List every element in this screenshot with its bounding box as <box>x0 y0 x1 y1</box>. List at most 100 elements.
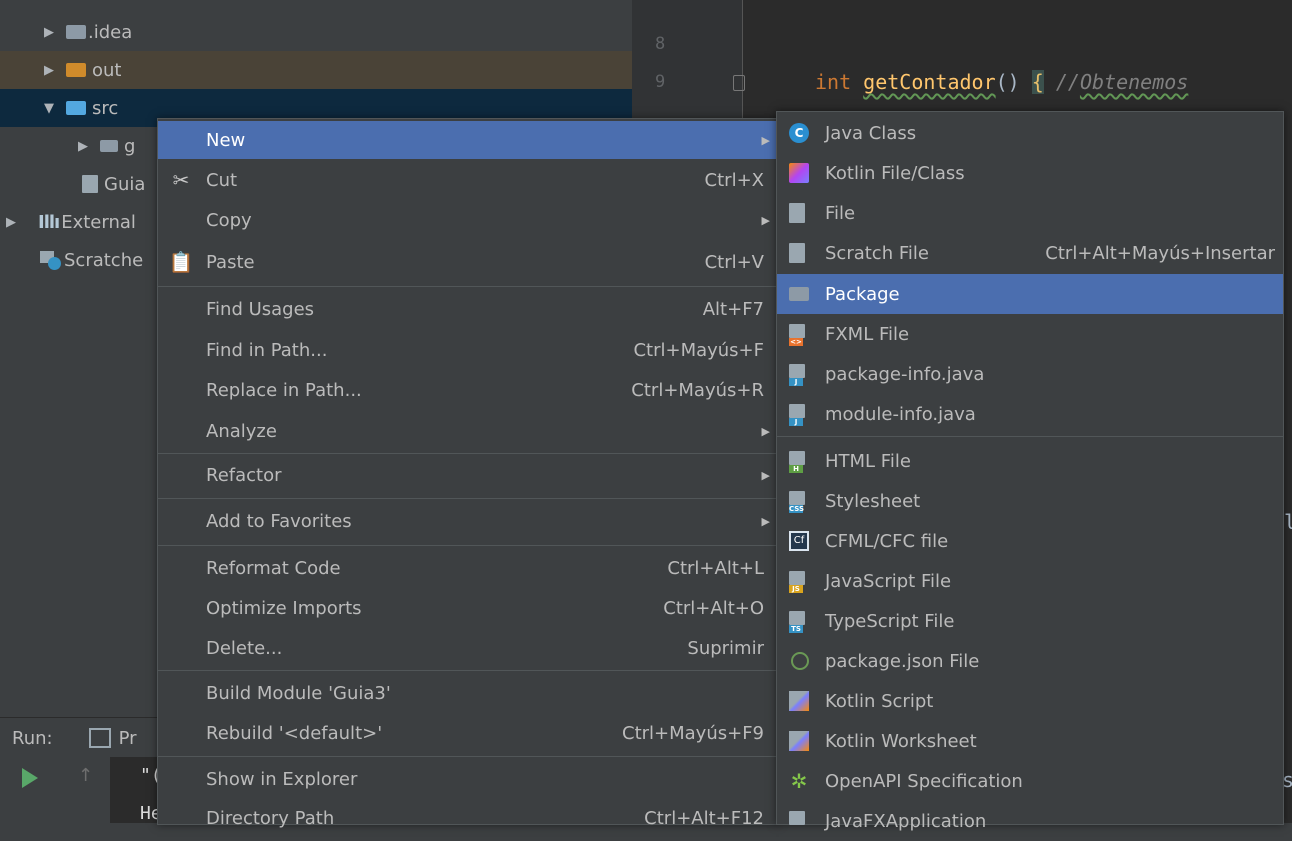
menu-item-shortcut: Ctrl+Mayús+F9 <box>622 722 764 744</box>
package-icon <box>789 287 809 301</box>
scratch-file-icon <box>789 243 805 263</box>
submenu-item-scratch-file[interactable]: Scratch File Ctrl+Alt+Mayús+Insertar <box>777 233 1283 273</box>
html-tag-icon: H <box>789 465 803 473</box>
submenu-item-file[interactable]: File <box>777 193 1283 233</box>
expand-arrow-icon[interactable]: ▶ <box>74 139 92 154</box>
code-brace: { <box>1031 70 1044 94</box>
submenu-item-package-info[interactable]: J package-info.java <box>777 354 1283 394</box>
menu-item-replace-in-path[interactable]: Replace in Path... Ctrl+Mayús+R <box>158 371 778 409</box>
cfml-icon: Cf <box>789 531 809 551</box>
submenu-item-javascript-file[interactable]: JS JavaScript File <box>777 561 1283 601</box>
menu-item-label: Optimize Imports <box>206 597 362 619</box>
run-tab[interactable]: Pr <box>119 728 137 749</box>
submenu-item-typescript-file[interactable]: TS TypeScript File <box>777 601 1283 641</box>
submenu-item-cfml-file[interactable]: Cf CFML/CFC file <box>777 521 1283 561</box>
tree-item-label: Scratche <box>64 249 144 271</box>
submenu-item-label: Scratch File <box>825 242 929 264</box>
menu-item-find-in-path[interactable]: Find in Path... Ctrl+Mayús+F <box>158 331 778 369</box>
expand-arrow-icon[interactable]: ▶ <box>40 25 58 40</box>
run-side-toolbar <box>0 757 110 823</box>
submenu-item-module-info[interactable]: J module-info.java <box>777 394 1283 434</box>
menu-separator <box>158 498 778 499</box>
submenu-item-shortcut: Ctrl+Alt+Mayús+Insertar <box>1045 242 1275 264</box>
menu-item-label: Rebuild '<default>' <box>206 722 383 744</box>
submenu-item-fxml-file[interactable]: <> FXML File <box>777 314 1283 354</box>
java-file-icon <box>789 404 805 418</box>
menu-item-shortcut: Ctrl+Mayús+R <box>631 379 764 401</box>
menu-item-optimize-imports[interactable]: Optimize Imports Ctrl+Alt+O <box>158 589 778 627</box>
menu-item-new[interactable]: New ▶ <box>158 121 778 159</box>
submenu-arrow-icon: ▶ <box>761 468 770 482</box>
new-submenu: C Java Class Kotlin File/Class File Scra… <box>776 111 1284 832</box>
file-icon <box>789 203 805 223</box>
scroll-up-icon[interactable]: ↑ <box>78 765 93 786</box>
menu-separator <box>158 545 778 546</box>
menu-item-reformat-code[interactable]: Reformat Code Ctrl+Alt+L <box>158 549 778 587</box>
code-parens: () <box>995 70 1020 94</box>
submenu-arrow-icon: ▶ <box>761 514 770 528</box>
kotlin-worksheet-icon <box>789 731 809 751</box>
submenu-item-kotlin-worksheet[interactable]: Kotlin Worksheet <box>777 721 1283 761</box>
context-menu: New ▶ ✂ Cut Ctrl+X Copy ▶ 📋 Paste Ctrl+V… <box>157 118 779 829</box>
submenu-item-javafx-application[interactable]: JavaFXApplication <box>777 801 1283 841</box>
submenu-item-label: JavaFXApplication <box>825 810 987 832</box>
code-line: int getContador() { //Obtenemos <box>815 70 1188 94</box>
menu-item-label: Reformat Code <box>206 557 341 579</box>
run-label: Run: <box>12 727 53 749</box>
tree-item-label: g <box>124 135 136 157</box>
html-file-icon <box>789 451 805 465</box>
submenu-item-kotlin-file[interactable]: Kotlin File/Class <box>777 153 1283 193</box>
menu-item-delete[interactable]: Delete... Suprimir <box>158 629 778 667</box>
tree-item-label: Guia <box>104 173 146 195</box>
menu-item-add-to-favorites[interactable]: Add to Favorites ▶ <box>158 502 778 540</box>
submenu-item-label: package-info.java <box>825 363 985 385</box>
fold-marker-icon[interactable] <box>733 75 745 91</box>
folder-icon <box>66 63 86 77</box>
menu-item-copy[interactable]: Copy ▶ <box>158 201 778 239</box>
submenu-item-kotlin-script[interactable]: Kotlin Script <box>777 681 1283 721</box>
clipboard-icon: 📋 <box>168 250 194 274</box>
submenu-item-stylesheet[interactable]: CSS Stylesheet <box>777 481 1283 521</box>
tree-item-label: out <box>92 59 122 81</box>
menu-item-label: Find in Path... <box>206 339 328 361</box>
scissors-icon: ✂ <box>172 168 190 192</box>
expand-arrow-icon[interactable]: ▶ <box>40 63 58 78</box>
submenu-arrow-icon: ▶ <box>761 213 770 227</box>
submenu-item-package-json[interactable]: package.json File <box>777 641 1283 681</box>
submenu-item-java-class[interactable]: C Java Class <box>777 113 1283 153</box>
menu-item-label: Replace in Path... <box>206 379 362 401</box>
submenu-item-html-file[interactable]: H HTML File <box>777 441 1283 481</box>
expand-arrow-icon[interactable]: ▶ <box>2 215 20 230</box>
fxml-file-icon <box>789 324 805 338</box>
menu-item-paste[interactable]: 📋 Paste Ctrl+V <box>158 243 778 281</box>
menu-item-show-in-explorer[interactable]: Show in Explorer <box>158 760 778 798</box>
submenu-item-openapi[interactable]: ✲ OpenAPI Specification <box>777 761 1283 801</box>
menu-item-find-usages[interactable]: Find Usages Alt+F7 <box>158 290 778 328</box>
code-function: getContador <box>863 70 996 94</box>
submenu-item-label: TypeScript File <box>825 610 955 632</box>
menu-item-label: Add to Favorites <box>206 510 352 532</box>
submenu-item-label: OpenAPI Specification <box>825 770 1023 792</box>
tree-item-out[interactable]: ▶ out <box>0 51 632 89</box>
menu-item-shortcut: Ctrl+Alt+L <box>667 557 764 579</box>
submenu-arrow-icon: ▶ <box>761 133 770 147</box>
rerun-icon[interactable] <box>22 768 38 788</box>
menu-item-analyze[interactable]: Analyze ▶ <box>158 412 778 450</box>
menu-item-shortcut: Alt+F7 <box>702 298 764 320</box>
menu-item-label: Refactor <box>206 464 282 486</box>
tree-item-label: .idea <box>88 21 133 43</box>
menu-item-directory-path[interactable]: Directory Path Ctrl+Alt+F12 <box>158 799 778 837</box>
submenu-item-package[interactable]: Package <box>777 274 1283 314</box>
tree-item-idea[interactable]: ▶ .idea <box>0 13 632 51</box>
menu-item-cut[interactable]: ✂ Cut Ctrl+X <box>158 161 778 199</box>
package-icon <box>100 140 118 152</box>
menu-separator <box>158 756 778 757</box>
collapse-arrow-icon[interactable]: ▼ <box>40 101 58 116</box>
ts-tag-icon: TS <box>789 625 803 633</box>
menu-item-label: Copy <box>206 209 252 231</box>
menu-item-build-module[interactable]: Build Module 'Guia3' <box>158 674 778 712</box>
menu-item-shortcut: Ctrl+X <box>704 169 764 191</box>
fxml-tag-icon: <> <box>789 338 803 346</box>
menu-item-rebuild[interactable]: Rebuild '<default>' Ctrl+Mayús+F9 <box>158 714 778 752</box>
menu-item-refactor[interactable]: Refactor ▶ <box>158 456 778 494</box>
